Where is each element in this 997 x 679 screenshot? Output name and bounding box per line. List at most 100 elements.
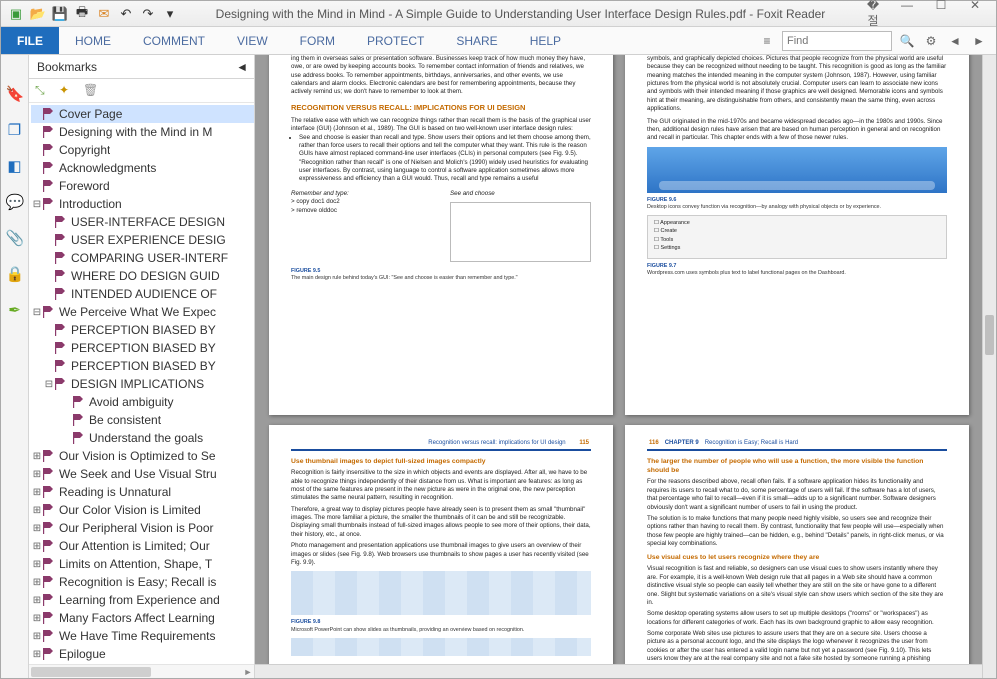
bookmark-item[interactable]: ⊞Recognition is Easy; Recall is [31,573,254,591]
tree-twisty-icon[interactable]: ⊟ [43,379,55,390]
bookmarks-tree[interactable]: Cover PageDesigning with the Mind in MCo… [29,103,254,664]
new-bookmark-icon[interactable]: ✦ [59,83,75,99]
bookmark-item[interactable]: ⊞Our Vision is Optimized to Se [31,447,254,465]
bookmark-label: WHERE DO DESIGN GUID [71,269,220,283]
print-icon[interactable]: 🖶 [73,5,91,23]
layers-tab-icon[interactable]: ◧ [6,157,24,175]
qat-dropdown-icon[interactable]: ▾ [161,5,179,23]
maximize-icon[interactable]: ☐ [930,0,952,29]
bookmark-item[interactable]: Understand the goals [31,429,254,447]
bookmark-label: USER-INTERFACE DESIGN [71,215,225,229]
panel-collapse-icon[interactable]: ◄ [236,55,248,78]
bookmarks-hscroll[interactable]: ◄ ► [29,664,254,678]
bookmark-item[interactable]: WHERE DO DESIGN GUID [31,267,254,285]
bookmark-item[interactable]: ⊟DESIGN IMPLICATIONS [31,375,254,393]
search-input[interactable] [782,31,892,51]
bookmark-item[interactable]: COMPARING USER-INTERF [31,249,254,267]
signatures-tab-icon[interactable]: ✒ [6,301,24,319]
prev-icon[interactable]: ◄ [946,32,964,50]
tree-twisty-icon[interactable]: ⊟ [31,199,43,210]
bookmark-item[interactable]: ⊞Epilogue [31,645,254,663]
bookmark-item[interactable]: USER EXPERIENCE DESIG [31,231,254,249]
tab-share[interactable]: SHARE [440,27,513,54]
email-icon[interactable]: ✉ [95,5,113,23]
section-heading: The larger the number of people who will… [647,457,947,475]
bookmark-trash-icon[interactable]: 🗑 [83,83,99,99]
bookmark-item[interactable]: ⊞We Have Time Requirements [31,627,254,645]
redo-icon[interactable]: ↷ [139,5,157,23]
pages-tab-icon[interactable]: ❐ [6,121,24,139]
doc-hscroll[interactable] [255,664,982,678]
close-icon[interactable]: ✕ [964,0,986,29]
bookmark-item[interactable]: USER-INTERFACE DESIGN [31,213,254,231]
search-icon[interactable]: 🔍 [898,32,916,50]
figure-panel: ☐ Appearance ☐ Create ☐ Tools ☐ Settings [647,215,947,259]
bookmark-flag-icon [43,126,55,138]
tab-protect[interactable]: PROTECT [351,27,440,54]
attachments-tab-icon[interactable]: 📎 [6,229,24,247]
save-icon[interactable]: 💾 [51,5,69,23]
comments-tab-icon[interactable]: 💬 [6,193,24,211]
bookmark-item[interactable]: PERCEPTION BIASED BY [31,339,254,357]
ribbon-toggle-icon[interactable]: �절 [862,0,884,29]
scroll-right-icon[interactable]: ► [242,665,254,678]
bookmark-item[interactable]: Be consistent [31,411,254,429]
tree-twisty-icon[interactable]: ⊟ [31,307,43,318]
tab-comment[interactable]: COMMENT [127,27,221,54]
bookmark-item[interactable]: ⊞Our Color Vision is Limited [31,501,254,519]
next-icon[interactable]: ► [970,32,988,50]
title-bar: ▣ 📂 💾 🖶 ✉ ↶ ↷ ▾ Designing with the Mind … [1,1,996,27]
settings-icon[interactable]: ⚙ [922,32,940,50]
document-view[interactable]: ing them in overseas sales or presentati… [255,55,996,678]
expand-all-icon[interactable]: ⤡ [35,83,51,99]
bookmark-item[interactable]: INTENDED AUDIENCE OF [31,285,254,303]
tab-view[interactable]: VIEW [221,27,284,54]
bookmark-item[interactable]: Designing with the Mind in M [31,123,254,141]
bookmark-item[interactable]: ⊞Learning from Experience and [31,591,254,609]
undo-icon[interactable]: ↶ [117,5,135,23]
tree-twisty-icon[interactable]: ⊞ [31,649,43,660]
bookmark-item[interactable]: ⊟Introduction [31,195,254,213]
tab-form[interactable]: FORM [284,27,351,54]
tree-twisty-icon[interactable]: ⊞ [31,577,43,588]
tree-twisty-icon[interactable]: ⊞ [31,523,43,534]
bookmark-item[interactable]: Copyright [31,141,254,159]
tree-twisty-icon[interactable]: ⊞ [31,595,43,606]
minimize-icon[interactable]: — [896,0,918,29]
open-icon[interactable]: 📂 [29,5,47,23]
doc-vscroll[interactable] [982,55,996,678]
bullets-icon[interactable]: ≡ [758,32,776,50]
bookmark-item[interactable]: Foreword [31,177,254,195]
page-top-right: symbols, and graphically depicted choice… [625,55,969,415]
bookmark-item[interactable]: ⊞Our Peripheral Vision is Poor [31,519,254,537]
bookmark-item[interactable]: Acknowledgments [31,159,254,177]
bookmark-item[interactable]: ⊞We Seek and Use Visual Stru [31,465,254,483]
tree-twisty-icon[interactable]: ⊞ [31,559,43,570]
bookmark-item[interactable]: ⊞Limits on Attention, Shape, T [31,555,254,573]
bookmark-item[interactable]: PERCEPTION BIASED BY [31,357,254,375]
tree-twisty-icon[interactable]: ⊞ [31,541,43,552]
tree-twisty-icon[interactable]: ⊞ [31,613,43,624]
bookmark-item[interactable]: Cover Page [31,105,254,123]
bookmark-flag-icon [73,432,85,444]
bookmark-item[interactable]: ⊟We Perceive What We Expec [31,303,254,321]
tree-twisty-icon[interactable]: ⊞ [31,631,43,642]
bookmark-item[interactable]: ⊞Many Factors Affect Learning [31,609,254,627]
scroll-thumb[interactable] [31,667,151,677]
tree-twisty-icon[interactable]: ⊞ [31,451,43,462]
tab-home[interactable]: HOME [59,27,127,54]
tree-twisty-icon[interactable]: ⊞ [31,505,43,516]
bookmark-item[interactable]: Avoid ambiguity [31,393,254,411]
security-tab-icon[interactable]: 🔒 [6,265,24,283]
bookmark-item[interactable]: PERCEPTION BIASED BY [31,321,254,339]
bookmarks-tab-icon[interactable]: 🔖 [6,85,24,103]
bookmark-item[interactable]: ⊞Our Attention is Limited; Our [31,537,254,555]
tree-twisty-icon[interactable]: ⊞ [31,487,43,498]
bookmark-item[interactable]: ⊞Reading is Unnatural [31,483,254,501]
scroll-thumb[interactable] [985,315,994,355]
tab-file[interactable]: FILE [1,27,59,54]
tab-help[interactable]: HELP [514,27,577,54]
bookmark-flag-icon [43,162,55,174]
bookmark-flag-icon [55,378,67,390]
tree-twisty-icon[interactable]: ⊞ [31,469,43,480]
